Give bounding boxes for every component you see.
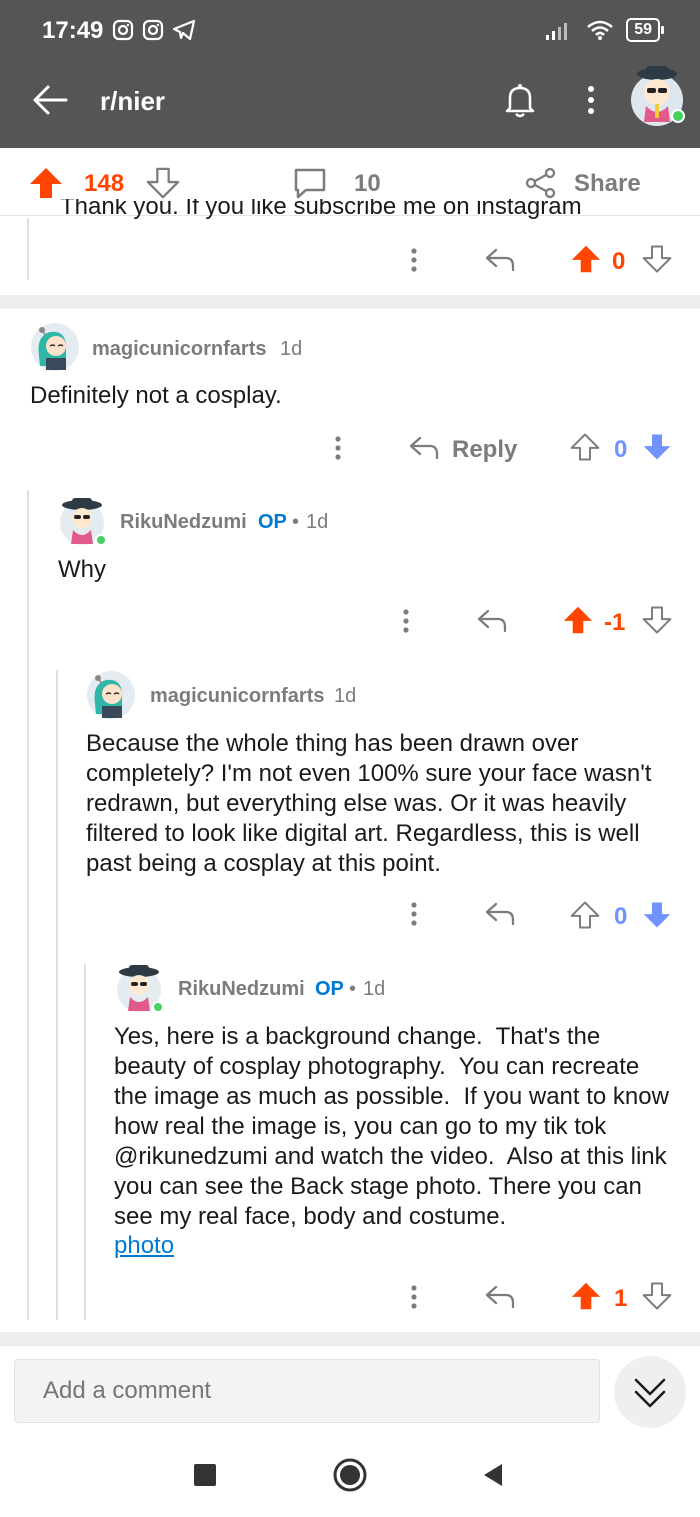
vote-count: 0 bbox=[614, 903, 628, 930]
subreddit-title[interactable]: r/nier bbox=[100, 86, 165, 117]
thread-line[interactable] bbox=[27, 490, 29, 1320]
avatar[interactable] bbox=[30, 322, 80, 372]
share-button[interactable]: Share bbox=[574, 170, 641, 198]
more-options-icon[interactable] bbox=[328, 434, 348, 464]
comment-body: Definitely not a cosplay. bbox=[30, 382, 282, 409]
reply-button[interactable]: Reply bbox=[452, 436, 517, 464]
downvote-icon[interactable] bbox=[642, 900, 672, 930]
downvote-icon[interactable] bbox=[642, 432, 672, 462]
comment-body: Because the whole thing has been drawn o… bbox=[86, 730, 652, 877]
status-time: 17:49 bbox=[42, 17, 104, 44]
avatar[interactable] bbox=[57, 496, 107, 546]
status-bar: 17:49 59 bbox=[0, 0, 700, 62]
downvote-icon[interactable] bbox=[642, 1281, 672, 1311]
avatar[interactable] bbox=[114, 963, 164, 1013]
reply-icon[interactable] bbox=[484, 246, 516, 274]
instagram-icon bbox=[142, 19, 164, 41]
comment-author[interactable]: magicunicornfarts bbox=[92, 338, 266, 361]
system-navigation-bar bbox=[0, 1435, 700, 1517]
home-icon[interactable] bbox=[332, 1457, 368, 1493]
vote-count: 0 bbox=[614, 436, 628, 463]
vote-count: -1 bbox=[604, 609, 626, 636]
reply-icon[interactable] bbox=[408, 434, 440, 462]
more-options-icon[interactable] bbox=[404, 900, 424, 930]
recents-icon[interactable] bbox=[192, 1462, 218, 1488]
comment-author[interactable]: magicunicornfarts bbox=[150, 685, 324, 708]
comment-author[interactable]: RikuNedzumi bbox=[120, 511, 247, 534]
wifi-icon bbox=[587, 20, 614, 40]
reply-icon[interactable] bbox=[484, 900, 516, 928]
downvote-icon[interactable] bbox=[146, 166, 180, 200]
more-options-icon[interactable] bbox=[404, 1283, 424, 1313]
share-icon[interactable] bbox=[524, 166, 558, 200]
vote-count: 1 bbox=[614, 1285, 628, 1312]
double-chevron-down-icon bbox=[634, 1378, 666, 1408]
separator-dot: • bbox=[349, 978, 357, 1000]
downvote-icon[interactable] bbox=[642, 244, 672, 274]
thread-line[interactable] bbox=[27, 218, 29, 280]
separator-dot: • bbox=[292, 511, 300, 533]
comment-age: 1d bbox=[280, 338, 303, 360]
upvote-icon[interactable] bbox=[570, 900, 600, 930]
comment-age: 1d bbox=[306, 511, 329, 533]
signal-icon bbox=[546, 23, 568, 40]
overflow-menu-icon[interactable] bbox=[576, 80, 606, 120]
previous-comment-text: Thank you. If you like subscribe me on i… bbox=[60, 199, 582, 220]
more-options-icon[interactable] bbox=[404, 246, 424, 276]
op-badge: OP bbox=[315, 978, 344, 1000]
comment-divider bbox=[0, 295, 700, 309]
upvote-icon[interactable] bbox=[570, 1281, 602, 1311]
reply-icon[interactable] bbox=[484, 1283, 516, 1311]
bell-icon[interactable] bbox=[500, 80, 540, 120]
thread-line[interactable] bbox=[84, 964, 86, 1320]
post-score: 148 bbox=[84, 170, 125, 197]
comment-count[interactable]: 10 bbox=[354, 170, 381, 198]
comment-author[interactable]: RikuNedzumi bbox=[178, 978, 305, 1001]
system-indicators: 59 bbox=[544, 18, 664, 42]
back-arrow-icon[interactable] bbox=[30, 80, 70, 120]
downvote-icon[interactable] bbox=[642, 605, 672, 635]
comment-icon[interactable] bbox=[292, 166, 328, 200]
upvote-icon[interactable] bbox=[570, 244, 602, 274]
notification-icons bbox=[112, 19, 196, 41]
comment-age: 1d bbox=[363, 978, 386, 1000]
user-avatar[interactable] bbox=[624, 62, 690, 128]
back-triangle-icon[interactable] bbox=[480, 1462, 506, 1488]
telegram-icon bbox=[172, 19, 196, 41]
upvote-icon[interactable] bbox=[562, 605, 594, 635]
app-bar: r/nier bbox=[0, 62, 700, 148]
thread-line[interactable] bbox=[56, 670, 58, 1320]
add-comment-input[interactable] bbox=[14, 1359, 600, 1423]
upvote-icon[interactable] bbox=[28, 166, 64, 200]
more-options-icon[interactable] bbox=[396, 607, 416, 637]
vote-count: 0 bbox=[612, 248, 626, 275]
avatar[interactable] bbox=[86, 670, 136, 720]
comment-body: Yes, here is a background change. That's… bbox=[114, 1023, 676, 1230]
collapse-comments-button[interactable] bbox=[614, 1356, 686, 1428]
op-badge: OP bbox=[258, 511, 287, 533]
reply-icon[interactable] bbox=[476, 607, 508, 635]
photo-link[interactable]: photo bbox=[114, 1231, 174, 1261]
comment-age: 1d bbox=[334, 685, 357, 707]
battery-indicator: 59 bbox=[626, 18, 664, 42]
comment-composer bbox=[0, 1345, 700, 1435]
comment-divider bbox=[0, 1332, 700, 1345]
upvote-icon[interactable] bbox=[570, 432, 600, 462]
instagram-icon bbox=[112, 19, 134, 41]
comment-body: Why bbox=[58, 556, 106, 583]
